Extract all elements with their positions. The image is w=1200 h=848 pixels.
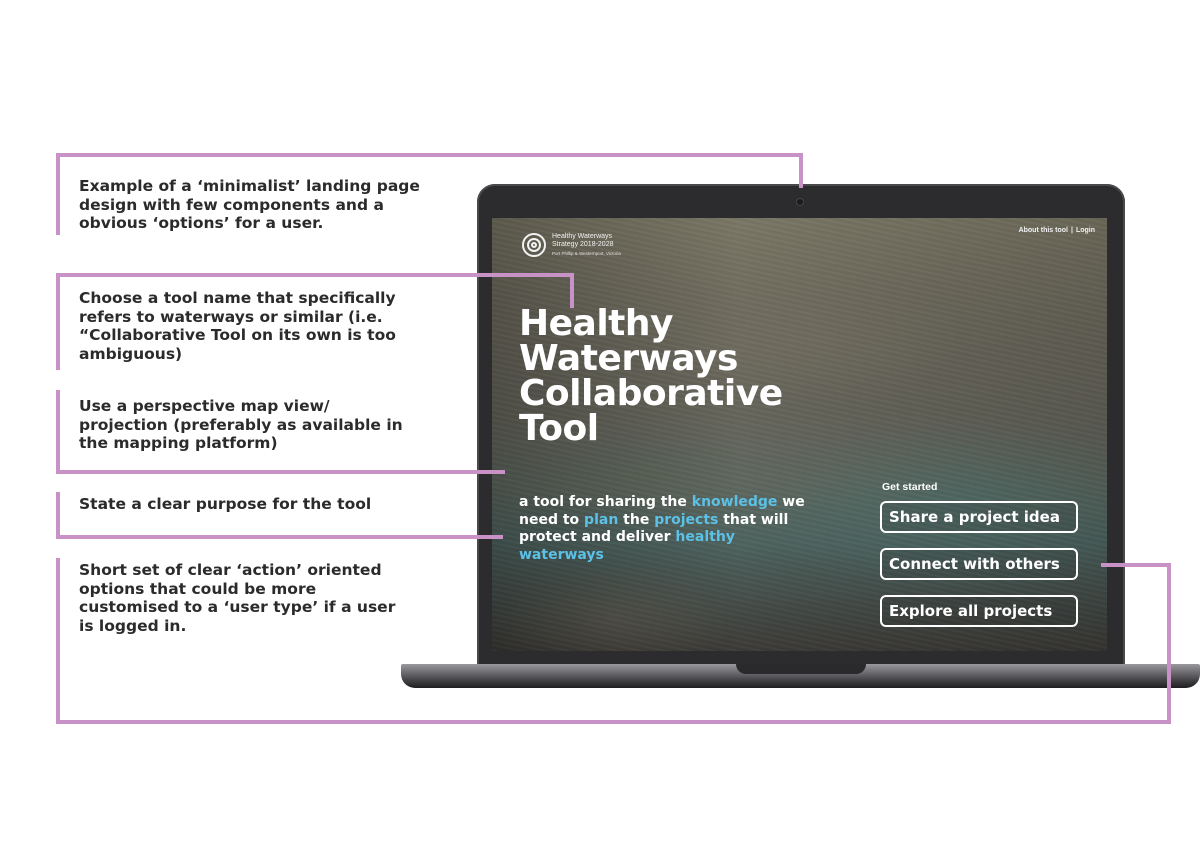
get-started-label: Get started xyxy=(882,481,938,493)
annotation-purpose: State a clear purpose for the tool xyxy=(79,495,372,513)
page-title: Healthy Waterways Collaborative Tool xyxy=(519,303,783,449)
purpose-text: the xyxy=(618,511,655,528)
logo-text: Healthy Waterways Strategy 2018-2028 Por… xyxy=(552,233,621,257)
explore-all-projects-button[interactable]: Explore all projects xyxy=(880,595,1078,627)
annotation-map-view: Use a perspective map view/ projection (… xyxy=(79,397,403,452)
title-line: Collaborative xyxy=(519,373,783,414)
keyword-projects: projects xyxy=(654,511,719,528)
connect-with-others-button[interactable]: Connect with others xyxy=(880,548,1078,580)
purpose-statement: a tool for sharing the knowledge we need… xyxy=(519,494,809,564)
nav-separator: | xyxy=(1070,227,1073,234)
ripple-logo-icon xyxy=(522,233,546,257)
annotation-minimalist: Example of a ‘minimalist’ landing page d… xyxy=(79,177,420,232)
share-project-idea-button[interactable]: Share a project idea xyxy=(880,501,1078,533)
laptop-screen: Healthy Waterways Strategy 2018-2028 Por… xyxy=(492,218,1107,651)
keyword-plan: plan xyxy=(584,511,619,528)
keyword-knowledge: knowledge xyxy=(691,494,778,510)
about-link[interactable]: About this tool xyxy=(1019,227,1068,234)
logo-line-1: Healthy Waterways xyxy=(552,233,613,240)
title-line: Waterways xyxy=(519,338,738,379)
top-nav: About this tool | Login xyxy=(1019,227,1095,234)
purpose-text: a tool for sharing the xyxy=(519,494,692,510)
title-line: Tool xyxy=(519,408,599,449)
logo-line-2: Strategy 2018-2028 xyxy=(552,241,614,248)
logo-tagline: Port Phillip & Westernport, Victoria xyxy=(552,251,621,256)
brand-logo[interactable]: Healthy Waterways Strategy 2018-2028 Por… xyxy=(522,233,621,257)
annotation-tool-name: Choose a tool name that specifically ref… xyxy=(79,289,396,363)
laptop-notch xyxy=(736,664,866,674)
title-line: Healthy xyxy=(519,303,673,344)
annotation-actions: Short set of clear ‘action’ oriented opt… xyxy=(79,561,396,635)
login-link[interactable]: Login xyxy=(1076,227,1095,234)
camera-icon xyxy=(797,199,803,205)
